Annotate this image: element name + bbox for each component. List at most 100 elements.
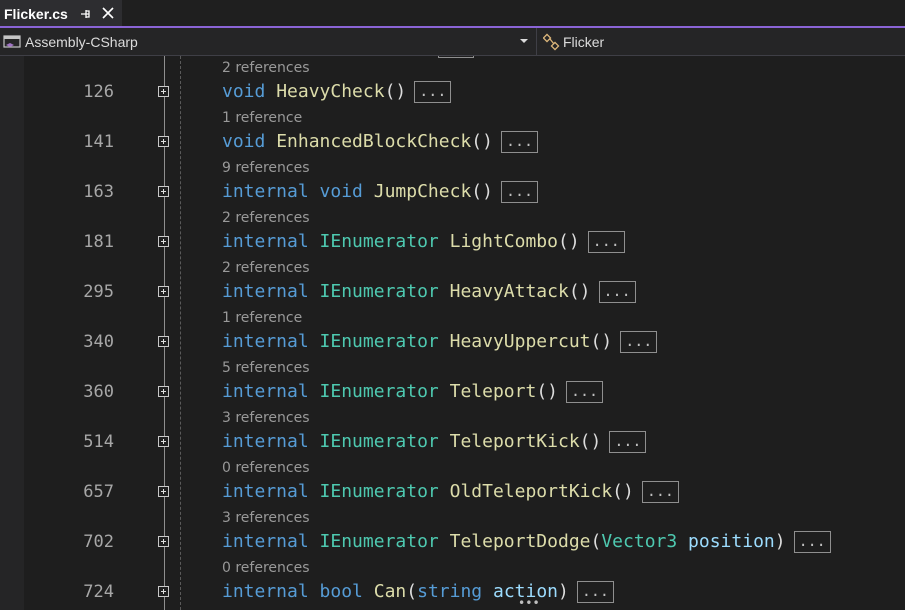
expand-icon[interactable] bbox=[158, 186, 169, 197]
pin-icon[interactable] bbox=[78, 7, 92, 21]
line-number: 360 bbox=[83, 382, 114, 402]
code-token: IEnumerator bbox=[319, 431, 439, 452]
collapsed-region-box[interactable]: ... bbox=[641, 481, 679, 503]
code-token: Teleport bbox=[449, 381, 537, 402]
document-tab-title: Flicker.cs bbox=[4, 5, 68, 22]
line-number: 126 bbox=[83, 82, 114, 102]
collapsed-region-box[interactable]: ... bbox=[609, 431, 647, 453]
code-token: IEnumerator bbox=[319, 481, 439, 502]
method-signature[interactable]: internal bool Can(string action)... bbox=[222, 578, 614, 606]
line-number: 163 bbox=[83, 182, 114, 202]
collapsed-region-box[interactable]: ... bbox=[620, 331, 658, 353]
code-token: bool bbox=[319, 581, 363, 602]
method-signature[interactable]: void HeavyCheck()... bbox=[222, 78, 452, 106]
expand-icon[interactable] bbox=[158, 286, 169, 297]
collapsed-region-box[interactable]: ... bbox=[500, 181, 539, 203]
code-token: internal bbox=[222, 281, 309, 302]
chevron-down-icon[interactable] bbox=[519, 37, 529, 45]
collapsed-region-box[interactable]: ... bbox=[587, 231, 625, 253]
collapsed-region-box[interactable]: ... bbox=[576, 581, 614, 603]
code-token: Can bbox=[373, 581, 407, 602]
codelens-references[interactable]: 0 references bbox=[222, 559, 310, 577]
document-tab[interactable]: Flicker.cs bbox=[0, 0, 122, 27]
collapsed-region-box[interactable]: ... bbox=[414, 81, 452, 103]
collapsed-region-box[interactable]: ... bbox=[793, 531, 831, 553]
code-token: JumpCheck bbox=[373, 181, 472, 202]
expand-icon[interactable] bbox=[158, 86, 169, 97]
code-line[interactable]: 702 internal IEnumerator TeleportDodge(Ve… bbox=[0, 528, 905, 556]
method-signature[interactable]: internal IEnumerator TeleportKick()... bbox=[222, 428, 647, 456]
expand-icon[interactable] bbox=[158, 436, 169, 447]
code-line[interactable]: 657 internal IEnumerator OldTeleportKick(… bbox=[0, 478, 905, 506]
collapsed-region-box[interactable] bbox=[438, 56, 474, 58]
codelens-references[interactable]: 1 reference bbox=[222, 309, 302, 327]
code-line[interactable]: 724 internal bool Can(string action)... bbox=[0, 578, 905, 606]
codelens-references[interactable]: 5 references bbox=[222, 359, 310, 377]
line-number: 514 bbox=[83, 432, 114, 452]
codelens-references[interactable]: 2 references bbox=[222, 259, 310, 277]
collapsed-region-box[interactable]: ... bbox=[598, 281, 636, 303]
codelens-references[interactable]: 3 references bbox=[222, 409, 310, 427]
code-token: () bbox=[590, 331, 613, 352]
code-token: internal bbox=[222, 481, 309, 502]
code-token: void bbox=[222, 81, 266, 102]
code-line[interactable]: 181 internal IEnumerator LightCombo()... bbox=[0, 228, 905, 256]
codelens-references[interactable]: 0 references bbox=[222, 459, 310, 477]
class-icon bbox=[543, 33, 560, 50]
code-token: HeavyUppercut bbox=[449, 331, 591, 352]
expand-icon[interactable] bbox=[158, 386, 169, 397]
code-line[interactable]: 340 internal IEnumerator HeavyUppercut().… bbox=[0, 328, 905, 356]
method-signature[interactable]: internal IEnumerator Teleport()... bbox=[222, 378, 604, 406]
code-token: ( bbox=[406, 581, 418, 602]
method-signature[interactable]: internal IEnumerator OldTeleportKick()..… bbox=[222, 478, 679, 506]
code-token: HeavyAttack bbox=[449, 281, 569, 302]
expand-icon[interactable] bbox=[158, 586, 169, 597]
code-token: internal bbox=[222, 231, 309, 252]
method-signature[interactable]: internal IEnumerator TeleportDodge(Vecto… bbox=[222, 528, 831, 556]
expand-icon[interactable] bbox=[158, 536, 169, 547]
expand-icon[interactable] bbox=[158, 486, 169, 497]
collapsed-region-box[interactable]: ... bbox=[566, 381, 604, 403]
close-icon[interactable] bbox=[101, 6, 115, 20]
code-token: position bbox=[688, 531, 775, 552]
code-line[interactable]: 163 internal void JumpCheck()... bbox=[0, 178, 905, 206]
code-token: LightCombo bbox=[449, 231, 558, 252]
codelens-references[interactable]: 9 references bbox=[222, 159, 310, 177]
code-line[interactable]: 360 internal IEnumerator Teleport()... bbox=[0, 378, 905, 406]
expand-icon[interactable] bbox=[158, 136, 169, 147]
method-signature[interactable]: internal IEnumerator HeavyUppercut()... bbox=[222, 328, 658, 356]
code-token: internal bbox=[222, 331, 309, 352]
method-signature[interactable]: void EnhancedBlockCheck()... bbox=[222, 128, 539, 156]
type-dropdown[interactable]: Flicker bbox=[537, 28, 905, 55]
method-signature[interactable]: internal IEnumerator HeavyAttack()... bbox=[222, 278, 636, 306]
code-line[interactable]: 126 void HeavyCheck()... bbox=[0, 78, 905, 106]
code-token: IEnumerator bbox=[319, 531, 439, 552]
expand-icon[interactable] bbox=[158, 236, 169, 247]
collapsed-region-box[interactable]: ... bbox=[500, 131, 539, 153]
method-signature[interactable]: internal void JumpCheck()... bbox=[222, 178, 539, 206]
type-name: Flicker bbox=[563, 33, 605, 50]
project-name: Assembly-CSharp bbox=[25, 33, 138, 50]
code-token: string bbox=[417, 581, 483, 602]
codelens-references[interactable]: 2 references bbox=[222, 209, 310, 227]
method-signature[interactable]: internal IEnumerator LightCombo()... bbox=[222, 228, 625, 256]
codelens-references[interactable]: 1 reference bbox=[222, 109, 302, 127]
code-line[interactable]: 514 internal IEnumerator TeleportKick()..… bbox=[0, 428, 905, 456]
code-token: internal bbox=[222, 581, 309, 602]
line-number: 702 bbox=[83, 532, 114, 552]
code-token: TeleportDodge bbox=[449, 531, 591, 552]
csharp-project-icon bbox=[3, 34, 21, 48]
codelens-references[interactable]: 3 references bbox=[222, 509, 310, 527]
project-dropdown[interactable]: Assembly-CSharp bbox=[0, 28, 537, 55]
codelens-references[interactable]: 2 references bbox=[222, 59, 310, 77]
expand-icon[interactable] bbox=[158, 336, 169, 347]
code-editor[interactable]: 2 references 126 void HeavyCheck()... 1 re… bbox=[0, 56, 905, 610]
code-line[interactable]: 141 void EnhancedBlockCheck()... bbox=[0, 128, 905, 156]
code-line[interactable]: 295 internal IEnumerator HeavyAttack()... bbox=[0, 278, 905, 306]
